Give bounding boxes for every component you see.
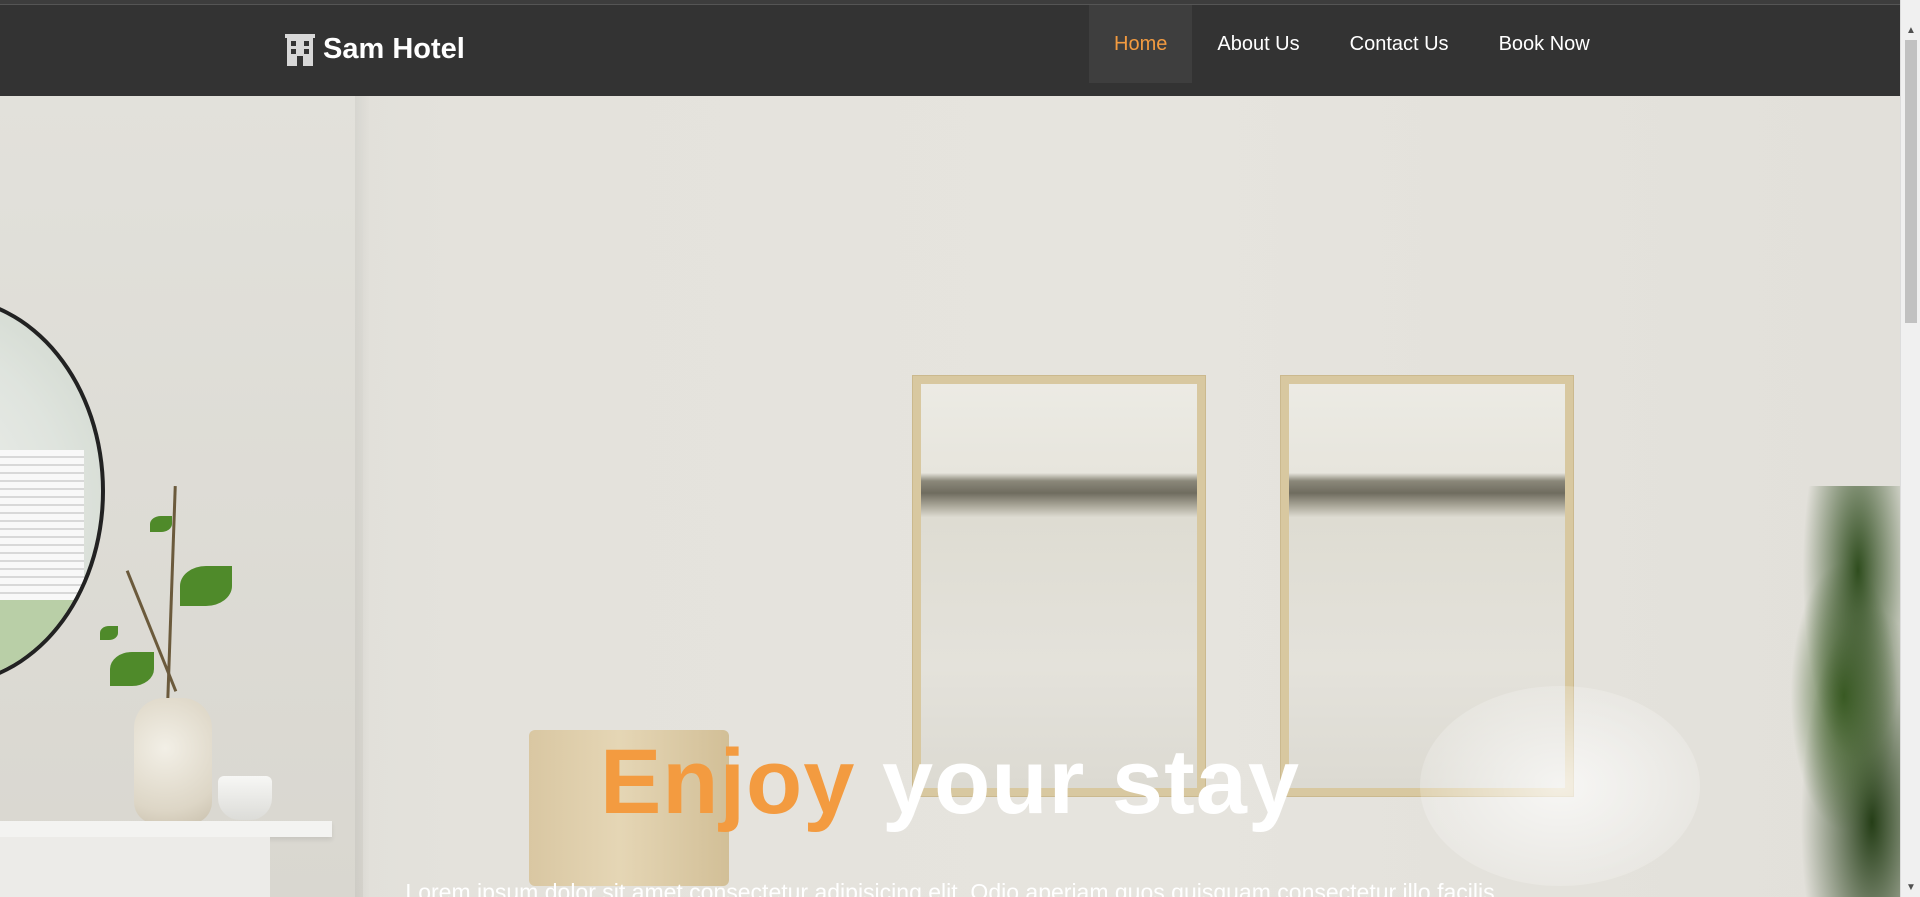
leaf [110,652,154,686]
leaf [180,566,232,606]
leaf [150,516,172,532]
nav-about-us[interactable]: About Us [1192,5,1324,83]
hero-title-rest: your stay [881,731,1301,833]
vertical-scrollbar[interactable]: ▲ ▼ [1900,0,1920,897]
scroll-down-arrow-icon[interactable]: ▼ [1901,879,1920,897]
hotel-icon [285,33,315,66]
hero-description: Lorem ipsum dolor sit amet consectetur a… [405,879,1495,897]
hero-title: Enjoy your stay [0,736,1900,828]
hero-section: Enjoy your stay Lorem ipsum dolor sit am… [0,96,1900,897]
mirror-reflection-blinds [0,450,84,600]
nav-contact-us[interactable]: Contact Us [1325,5,1474,83]
brand-name: Sam Hotel [323,33,465,65]
main-nav: Home About Us Contact Us Book Now [1089,5,1615,83]
nav-home[interactable]: Home [1089,5,1193,83]
navbar: Sam Hotel Home About Us Contact Us Book … [0,5,1900,96]
plant-image [1760,486,1900,897]
leaf [100,626,118,640]
mirror-reflection-garden [0,600,84,680]
scroll-thumb[interactable] [1905,40,1917,323]
nav-book-now[interactable]: Book Now [1474,5,1615,83]
scroll-up-arrow-icon[interactable]: ▲ [1901,22,1920,40]
brand-logo[interactable]: Sam Hotel [285,33,465,66]
hero-title-accent: Enjoy [599,731,856,833]
